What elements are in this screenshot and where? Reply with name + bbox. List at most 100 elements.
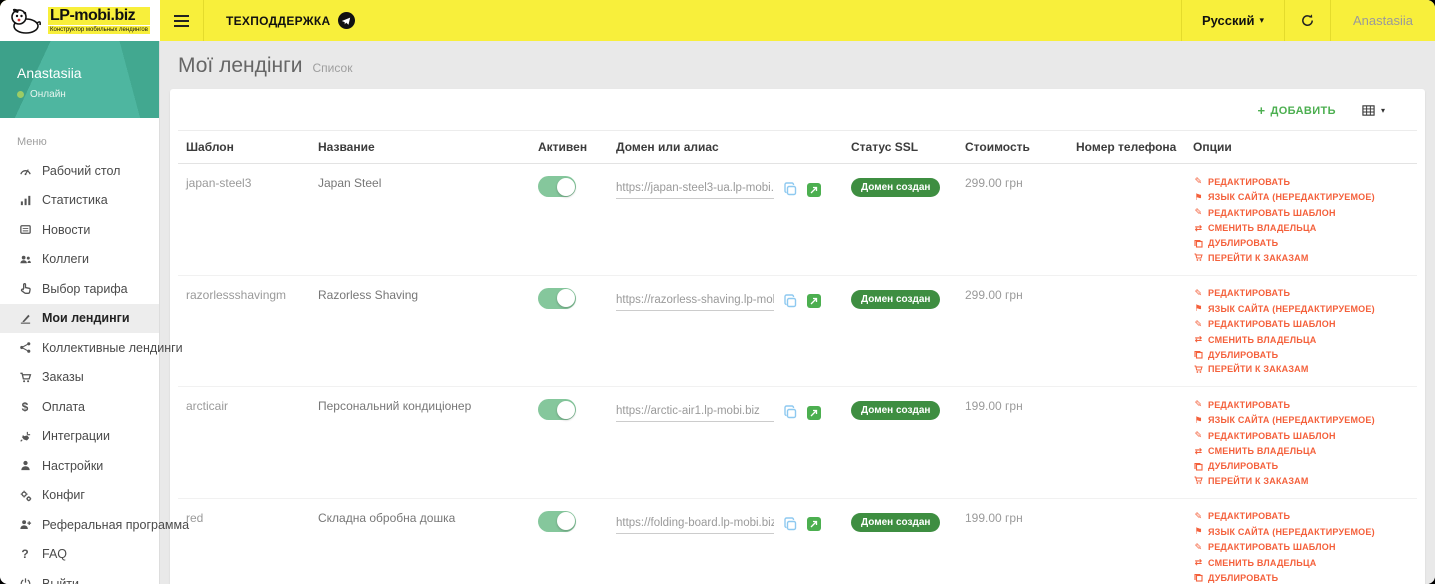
domain-input[interactable] (616, 514, 774, 534)
faq-icon: ? (21, 547, 29, 562)
edit-link[interactable]: ✎ РЕДАКТИРОВАТЬ (1193, 288, 1409, 299)
go-to-orders-link[interactable]: ПЕРЕЙТИ К ЗАКАЗАМ (1193, 364, 1409, 374)
duplicate-link[interactable]: ДУБЛИРОВАТЬ (1193, 573, 1409, 583)
landings-icon (17, 312, 33, 325)
go-to-orders-link[interactable]: ПЕРЕЙТИ К ЗАКАЗАМ (1193, 476, 1409, 486)
edit-icon: ✎ (1194, 510, 1203, 521)
support-button[interactable]: ТЕХПОДДЕРЖКА (204, 0, 377, 41)
change-owner-link[interactable]: ⇄ СМЕНИТЬ ВЛАДЕЛЬЦА (1193, 334, 1409, 345)
profile-name: Anastasiia (17, 65, 82, 81)
brand-tagline: Конструктор мобильных лендингов (48, 26, 150, 34)
copy-icon[interactable] (783, 516, 798, 532)
duplicate-link[interactable]: ДУБЛИРОВАТЬ (1193, 238, 1409, 248)
site-language-link[interactable]: ⚑ ЯЗЫК САЙТА (НЕРЕДАКТИРУЕМОЕ) (1193, 192, 1409, 203)
sidebar-item-integrations[interactable]: Интеграции (0, 422, 159, 452)
sidebar-item-my-landings[interactable]: Мои лендинги (0, 303, 159, 333)
page-title: Мої лендінги (178, 54, 303, 77)
share-icon (17, 341, 33, 354)
flag-icon: ⚑ (1194, 303, 1203, 313)
edit-template-link[interactable]: ✎ РЕДАКТИРОВАТЬ ШАБЛОН (1193, 542, 1409, 553)
sidebar-item-orders[interactable]: Заказы (0, 363, 159, 393)
col-header-template: Шаблон (178, 130, 310, 164)
sidebar-item-config[interactable]: Конфиг (0, 481, 159, 511)
active-toggle[interactable] (538, 287, 576, 309)
edit-template-link[interactable]: ✎ РЕДАКТИРОВАТЬ ШАБЛОН (1193, 207, 1409, 218)
col-header-active: Активен (530, 130, 608, 164)
sidebar-item-statistics[interactable]: Статистика (0, 186, 159, 216)
edit-template-link[interactable]: ✎ РЕДАКТИРОВАТЬ ШАБЛОН (1193, 430, 1409, 441)
sidebar-toggle-button[interactable] (160, 0, 204, 41)
edit-icon: ✎ (1194, 287, 1203, 298)
sidebar-item-news[interactable]: Новости (0, 215, 159, 245)
sidebar-item-referral[interactable]: Реферальная программа (0, 510, 189, 540)
open-site-icon[interactable] (807, 517, 821, 531)
site-language-link[interactable]: ⚑ ЯЗЫК САЙТА (НЕРЕДАКТИРУЕМОЕ) (1193, 526, 1409, 537)
copy-icon[interactable] (783, 182, 798, 197)
template-cell: red (178, 498, 310, 584)
menu-section-label: Меню (17, 136, 47, 148)
page-subtitle: Список (312, 61, 353, 75)
copy-icon[interactable] (783, 293, 798, 309)
duplicate-icon (1193, 350, 1204, 359)
open-site-icon[interactable] (807, 294, 821, 308)
flag-icon: ⚑ (1194, 191, 1203, 202)
sidebar-item-settings[interactable]: Настройки (0, 451, 159, 481)
edit-link[interactable]: ✎ РЕДАКТИРОВАТЬ (1193, 511, 1409, 522)
profile-status: Онлайн (17, 89, 66, 100)
orders-icon (17, 371, 33, 384)
dog-logo-icon (11, 8, 41, 34)
col-header-phone: Номер телефона (1068, 130, 1185, 164)
copy-icon[interactable] (783, 405, 798, 420)
sidebar-item-dashboard[interactable]: Рабочий стол (0, 156, 159, 186)
domain-input[interactable] (616, 291, 774, 311)
add-button[interactable]: + ДОБАВИТЬ (1257, 103, 1336, 118)
card-toolbar: + ДОБАВИТЬ ▾ (170, 89, 1425, 130)
refresh-button[interactable] (1284, 0, 1330, 41)
duplicate-link[interactable]: ДУБЛИРОВАТЬ (1193, 461, 1409, 471)
sidebar-item-payment[interactable]: $ Оплата (0, 392, 159, 422)
domain-input[interactable] (616, 180, 774, 199)
transfer-icon: ⇄ (1194, 334, 1203, 344)
brand-logo[interactable]: LP-mobi.biz Конструктор мобильных лендин… (0, 0, 160, 41)
duplicate-icon (1193, 462, 1204, 471)
go-to-orders-link[interactable]: ПЕРЕЙТИ К ЗАКАЗАМ (1193, 253, 1409, 263)
open-site-icon[interactable] (807, 182, 821, 197)
active-toggle[interactable] (538, 510, 576, 532)
change-owner-link[interactable]: ⇄ СМЕНИТЬ ВЛАДЕЛЬЦА (1193, 223, 1409, 234)
template-cell: arcticair (178, 386, 310, 499)
edit-link[interactable]: ✎ РЕДАКТИРОВАТЬ (1193, 176, 1409, 187)
sidebar-item-logout[interactable]: Выйти (0, 569, 159, 584)
domain-input[interactable] (616, 403, 774, 422)
sidebar-item-faq[interactable]: ? FAQ (0, 540, 159, 570)
change-owner-link[interactable]: ⇄ СМЕНИТЬ ВЛАДЕЛЬЦА (1193, 557, 1409, 568)
view-options-dropdown[interactable]: ▾ (1362, 104, 1385, 117)
active-toggle[interactable] (538, 399, 576, 420)
site-language-link[interactable]: ⚑ ЯЗЫК САЙТА (НЕРЕДАКТИРУЕМОЕ) (1193, 303, 1409, 314)
name-cell: Складна обробна дошка (310, 498, 530, 584)
flag-icon: ⚑ (1194, 526, 1203, 536)
table-row: japan-steel3 Japan Steel Домен создан 29… (178, 163, 1417, 276)
change-owner-link[interactable]: ⇄ СМЕНИТЬ ВЛАДЕЛЬЦА (1193, 446, 1409, 457)
price-cell: 199.00 грн (957, 386, 1068, 499)
price-cell: 299.00 грн (957, 163, 1068, 276)
language-dropdown[interactable]: Русский ▾ (1180, 0, 1284, 41)
brand-name: LP-mobi.biz (48, 7, 150, 25)
sidebar-item-collective-landings[interactable]: Коллективные лендинги (0, 333, 183, 363)
active-toggle[interactable] (538, 176, 576, 197)
transfer-icon: ⇄ (1194, 557, 1203, 567)
edit-icon: ✎ (1194, 541, 1203, 552)
edit-link[interactable]: ✎ РЕДАКТИРОВАТЬ (1193, 399, 1409, 410)
referral-icon (17, 518, 33, 531)
cart-icon (1193, 253, 1204, 262)
edit-icon: ✎ (1194, 318, 1203, 329)
chevron-down-icon: ▾ (1259, 15, 1265, 25)
sidebar-item-colleagues[interactable]: Коллеги (0, 245, 159, 275)
col-header-options: Опции (1185, 130, 1417, 164)
site-language-link[interactable]: ⚑ ЯЗЫК САЙТА (НЕРЕДАКТИРУЕМОЕ) (1193, 415, 1409, 426)
transfer-icon: ⇄ (1194, 445, 1203, 456)
user-menu[interactable]: Anastasiia (1330, 0, 1435, 41)
duplicate-link[interactable]: ДУБЛИРОВАТЬ (1193, 350, 1409, 360)
edit-template-link[interactable]: ✎ РЕДАКТИРОВАТЬ ШАБЛОН (1193, 319, 1409, 330)
open-site-icon[interactable] (807, 405, 821, 420)
sidebar-item-tariff[interactable]: Выбор тарифа (0, 274, 159, 304)
